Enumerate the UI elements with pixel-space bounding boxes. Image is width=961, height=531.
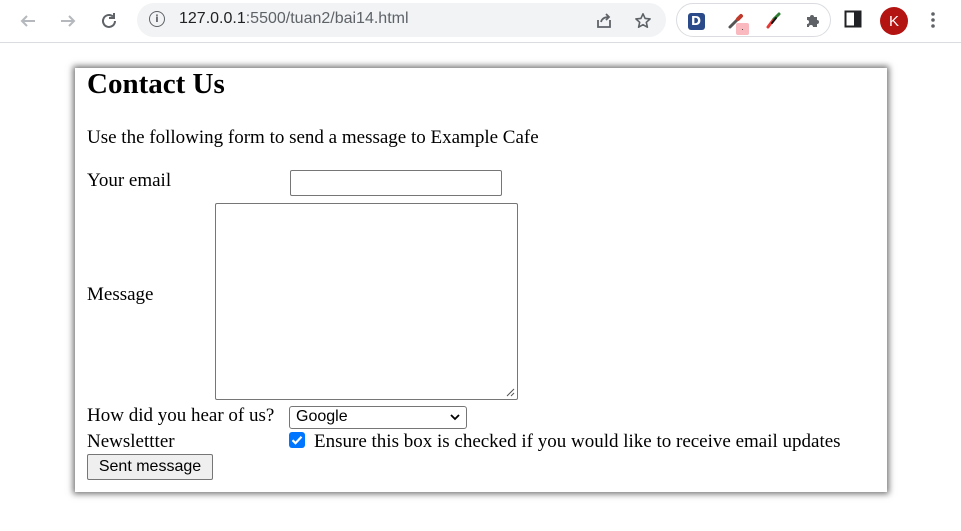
back-icon[interactable] — [14, 7, 42, 35]
checkmark-icon — [291, 436, 303, 445]
site-info-icon[interactable]: i — [149, 11, 165, 27]
source-select-value: Google — [296, 408, 348, 425]
reload-icon[interactable] — [95, 7, 123, 35]
email-field[interactable] — [290, 170, 502, 196]
share-icon[interactable] — [593, 10, 615, 32]
source-label: How did you hear of us? — [87, 405, 275, 426]
side-panel-icon[interactable] — [844, 10, 862, 28]
contact-card: Contact Us Use the following form to sen… — [75, 68, 887, 492]
email-label: Your email — [87, 170, 172, 191]
message-label: Message — [87, 284, 154, 305]
url-text: 127.0.0.1:5500/tuan2/bai14.html — [179, 10, 409, 27]
newsletter-text: Ensure this box is checked if you would … — [314, 431, 841, 452]
browser-toolbar: i 127.0.0.1:5500/tuan2/bai14.html D . K — [0, 0, 961, 43]
more-menu-icon[interactable] — [926, 9, 940, 31]
extensions-puzzle-icon[interactable] — [802, 10, 824, 32]
forward-icon[interactable] — [54, 7, 82, 35]
chevron-down-icon — [450, 414, 460, 421]
profile-avatar[interactable]: K — [880, 7, 908, 35]
message-textarea[interactable] — [215, 203, 518, 400]
source-select[interactable]: Google — [289, 406, 467, 429]
newsletter-checkbox[interactable] — [289, 432, 305, 448]
page-title: Contact Us — [87, 68, 225, 100]
extension-badge: . — [736, 23, 749, 35]
address-bar[interactable]: i 127.0.0.1:5500/tuan2/bai14.html — [137, 3, 666, 37]
resize-grip-icon[interactable] — [506, 388, 515, 397]
color-picker-extension-icon[interactable]: . — [725, 10, 749, 35]
bookmark-star-icon[interactable] — [632, 10, 654, 32]
newsletter-label: Newslettter — [87, 431, 175, 452]
extensions-group: D . — [676, 3, 831, 37]
dashlane-extension-icon[interactable]: D — [685, 10, 707, 32]
brush-extension-icon[interactable] — [763, 10, 785, 32]
send-message-button[interactable]: Sent message — [87, 454, 213, 480]
intro-text: Use the following form to send a message… — [87, 127, 539, 148]
